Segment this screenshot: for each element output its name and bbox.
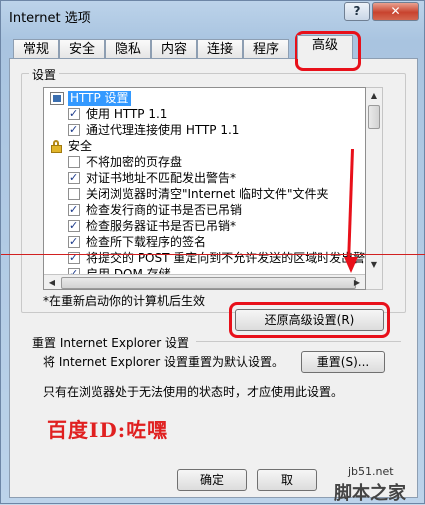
annotation-box-restore-button — [229, 302, 390, 338]
reset-section-label: 重置 Internet Explorer 设置 — [29, 334, 193, 351]
annotation-arrow-head — [344, 257, 358, 273]
setting-label: 对证书地址不匹配发出警告* — [86, 171, 237, 185]
tab-advanced[interactable]: 高级 — [297, 35, 353, 59]
vertical-scroll-thumb[interactable] — [368, 105, 380, 129]
checkbox[interactable] — [68, 188, 80, 200]
scroll-up-icon[interactable]: ▲ — [366, 88, 382, 104]
restart-note: *在重新启动你的计算机后生效 — [43, 294, 206, 308]
ok-button[interactable]: 确定 — [177, 469, 247, 491]
checkbox[interactable] — [68, 170, 80, 185]
tab-security[interactable]: 安全 — [59, 39, 105, 59]
tab-privacy[interactable]: 隐私 — [105, 39, 151, 59]
internet-options-window: Internet 选项 ? ✕ 常规 安全 隐私 内容 连接 程序 高级 设置 … — [0, 0, 425, 504]
help-button[interactable]: ? — [344, 2, 370, 21]
checkbox[interactable] — [68, 106, 80, 121]
setting-label: 不将加密的页存盘 — [86, 155, 183, 169]
lock-icon — [50, 140, 64, 153]
tab-connections[interactable]: 连接 — [197, 39, 243, 59]
category-label: HTTP 设置 — [68, 91, 131, 106]
setting-label: 检查所下载程序的签名 — [86, 235, 207, 249]
horizontal-scroll-thumb[interactable] — [61, 277, 356, 289]
setting-label: 使用 HTTP 1.1 — [86, 107, 168, 121]
site-watermark-url: jb51.net — [348, 465, 394, 478]
title-bar: Internet 选项 ? ✕ — [1, 1, 425, 29]
tab-content[interactable]: 内容 — [151, 39, 197, 59]
checkbox[interactable] — [68, 156, 80, 168]
baidu-id-watermark: 百度ID:咗嘿 — [47, 418, 169, 442]
setting-label: 通过代理连接使用 HTTP 1.1 — [86, 123, 240, 137]
category-label: 安全 — [68, 139, 93, 153]
tab-general[interactable]: 常规 — [13, 39, 59, 59]
scroll-left-icon[interactable]: ◀ — [44, 275, 60, 289]
reset-button[interactable]: 重置(S)... — [301, 351, 385, 373]
annotation-guide-line — [1, 254, 425, 255]
settings-listbox[interactable]: HTTP 设置 使用 HTTP 1.1 通过代理连接使用 HTTP 1.1 安全… — [43, 87, 366, 290]
http-settings-icon — [50, 92, 64, 105]
close-button[interactable]: ✕ — [372, 2, 419, 21]
horizontal-scrollbar[interactable]: ◀ ▶ — [44, 274, 365, 289]
checkbox[interactable] — [68, 202, 80, 217]
reset-warning: 只有在浏览器处于无法使用的状态时，才应使用此设置。 — [43, 385, 344, 399]
settings-group-label: 设置 — [29, 66, 60, 83]
cancel-button[interactable]: 取 — [257, 469, 317, 491]
divider — [196, 341, 401, 342]
vertical-scrollbar[interactable]: ▲ ▼ — [366, 87, 383, 290]
checkbox[interactable] — [68, 122, 80, 137]
setting-label: 检查发行商的证书是否已吊销 — [86, 203, 243, 217]
setting-label: 检查服务器证书是否已吊销* — [86, 219, 237, 233]
scroll-right-icon[interactable]: ▶ — [349, 275, 365, 289]
checkbox[interactable] — [68, 218, 80, 233]
site-watermark-name: 脚本之家 — [334, 483, 406, 504]
window-title: Internet 选项 — [9, 11, 91, 26]
setting-label: 关闭浏览器时清空"Internet 临时文件"文件夹 — [86, 187, 329, 201]
tab-programs[interactable]: 程序 — [243, 39, 289, 59]
checkbox[interactable] — [68, 234, 80, 249]
scroll-down-icon[interactable]: ▼ — [366, 257, 382, 273]
reset-description: 将 Internet Explorer 设置重置为默认设置。 — [43, 355, 285, 369]
